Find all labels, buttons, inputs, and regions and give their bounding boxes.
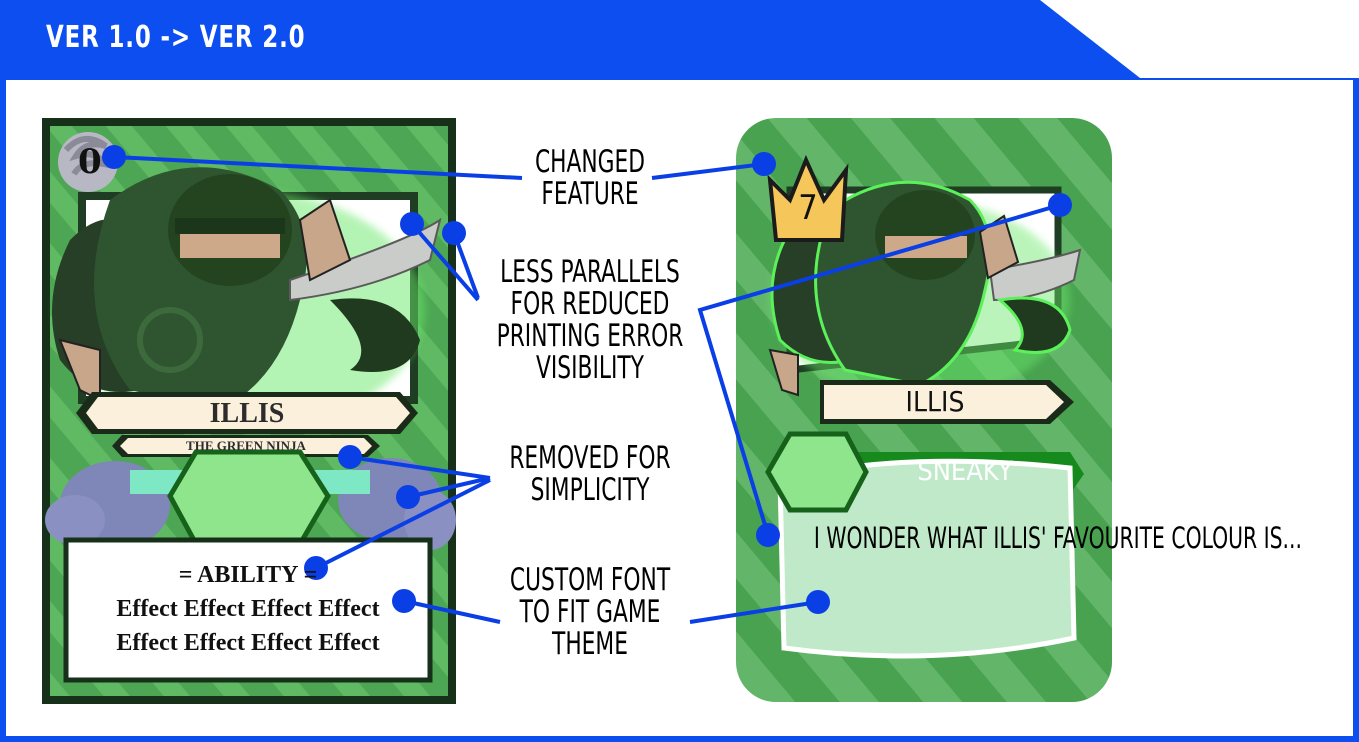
- trait-hexagon: [765, 431, 869, 513]
- new-card-trait: SNEAKY: [917, 456, 1013, 487]
- new-card-flavor: I WONDER WHAT ILLIS' FAVOURITE COLOUR IS…: [813, 521, 1302, 555]
- old-card-ability-heading: = ABILITY =: [178, 562, 318, 588]
- ability-hexagon: [167, 449, 331, 547]
- old-card-subtitle: THE GREEN NINJA: [186, 438, 306, 453]
- old-card-cost: 0: [78, 142, 102, 182]
- old-card-effect-line-1: Effect Effect Effect Effect: [116, 596, 380, 622]
- note-changed-feature: CHANGED FEATURE: [534, 144, 646, 212]
- new-card-name: ILLIS: [905, 385, 965, 418]
- note-custom-font: CUSTOM FONT TO FIT GAME THEME: [509, 562, 671, 662]
- page-title: VER 1.0 -> VER 2.0: [46, 20, 306, 55]
- note-less-parallels: LESS PARALLELS FOR REDUCED PRINTING ERRO…: [496, 254, 684, 386]
- new-card-cost: 7: [798, 188, 818, 228]
- old-card-name: ILLIS: [209, 398, 285, 429]
- old-card-effect-line-2: Effect Effect Effect Effect: [116, 630, 380, 656]
- note-removed: REMOVED FOR SIMPLICITY: [509, 440, 671, 508]
